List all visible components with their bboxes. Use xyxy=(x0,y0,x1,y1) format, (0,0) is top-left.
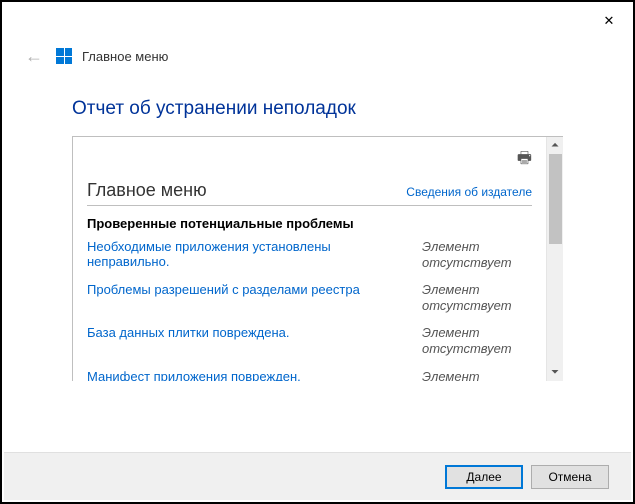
scroll-up-icon[interactable]: ⏶ xyxy=(547,137,564,154)
close-button[interactable]: ✕ xyxy=(591,7,627,35)
scroll-track[interactable] xyxy=(547,154,563,364)
problem-status: Элемент отсутствует xyxy=(422,239,532,270)
problem-row: Проблемы разрешений с разделами реестра … xyxy=(87,282,532,313)
report-panel: 🖶 Главное меню Сведения об издателе Пров… xyxy=(72,136,563,381)
scroll-down-icon[interactable]: ⏷ xyxy=(547,364,564,381)
print-icon[interactable]: 🖶 xyxy=(517,147,532,174)
next-button[interactable]: Далее xyxy=(445,465,523,489)
titlebar: ✕ xyxy=(2,2,633,40)
scrollbar[interactable]: ⏶ ⏷ xyxy=(546,137,563,381)
problem-status: Элемент отсутствует xyxy=(422,369,532,381)
page-title: Отчет об устранении неполадок xyxy=(2,68,633,136)
problem-link[interactable]: Проблемы разрешений с разделами реестра xyxy=(87,282,402,297)
publisher-info-link[interactable]: Сведения об издателе xyxy=(406,185,532,199)
windows-logo-icon xyxy=(56,48,72,64)
scroll-thumb[interactable] xyxy=(549,154,562,244)
problem-link[interactable]: Необходимые приложения установлены непра… xyxy=(87,239,402,269)
problem-link[interactable]: Манифест приложения поврежден. xyxy=(87,369,402,381)
cancel-button[interactable]: Отмена xyxy=(531,465,609,489)
problem-link[interactable]: База данных плитки повреждена. xyxy=(87,325,402,340)
problem-status: Элемент отсутствует xyxy=(422,282,532,313)
section-title: Проверенные потенциальные проблемы xyxy=(87,216,532,231)
report-heading: Главное меню xyxy=(87,180,207,201)
header-title: Главное меню xyxy=(82,49,168,64)
report-content: 🖶 Главное меню Сведения об издателе Пров… xyxy=(73,137,546,381)
problem-row: База данных плитки повреждена. Элемент о… xyxy=(87,325,532,356)
close-icon: ✕ xyxy=(604,13,615,29)
footer: Далее Отмена xyxy=(4,452,631,500)
back-button[interactable]: ← xyxy=(22,44,46,68)
problem-status: Элемент отсутствует xyxy=(422,325,532,356)
back-arrow-icon: ← xyxy=(25,46,43,67)
header: ← Главное меню xyxy=(2,40,633,68)
problem-row: Необходимые приложения установлены непра… xyxy=(87,239,532,270)
problem-row: Манифест приложения поврежден. Элемент о… xyxy=(87,369,532,381)
